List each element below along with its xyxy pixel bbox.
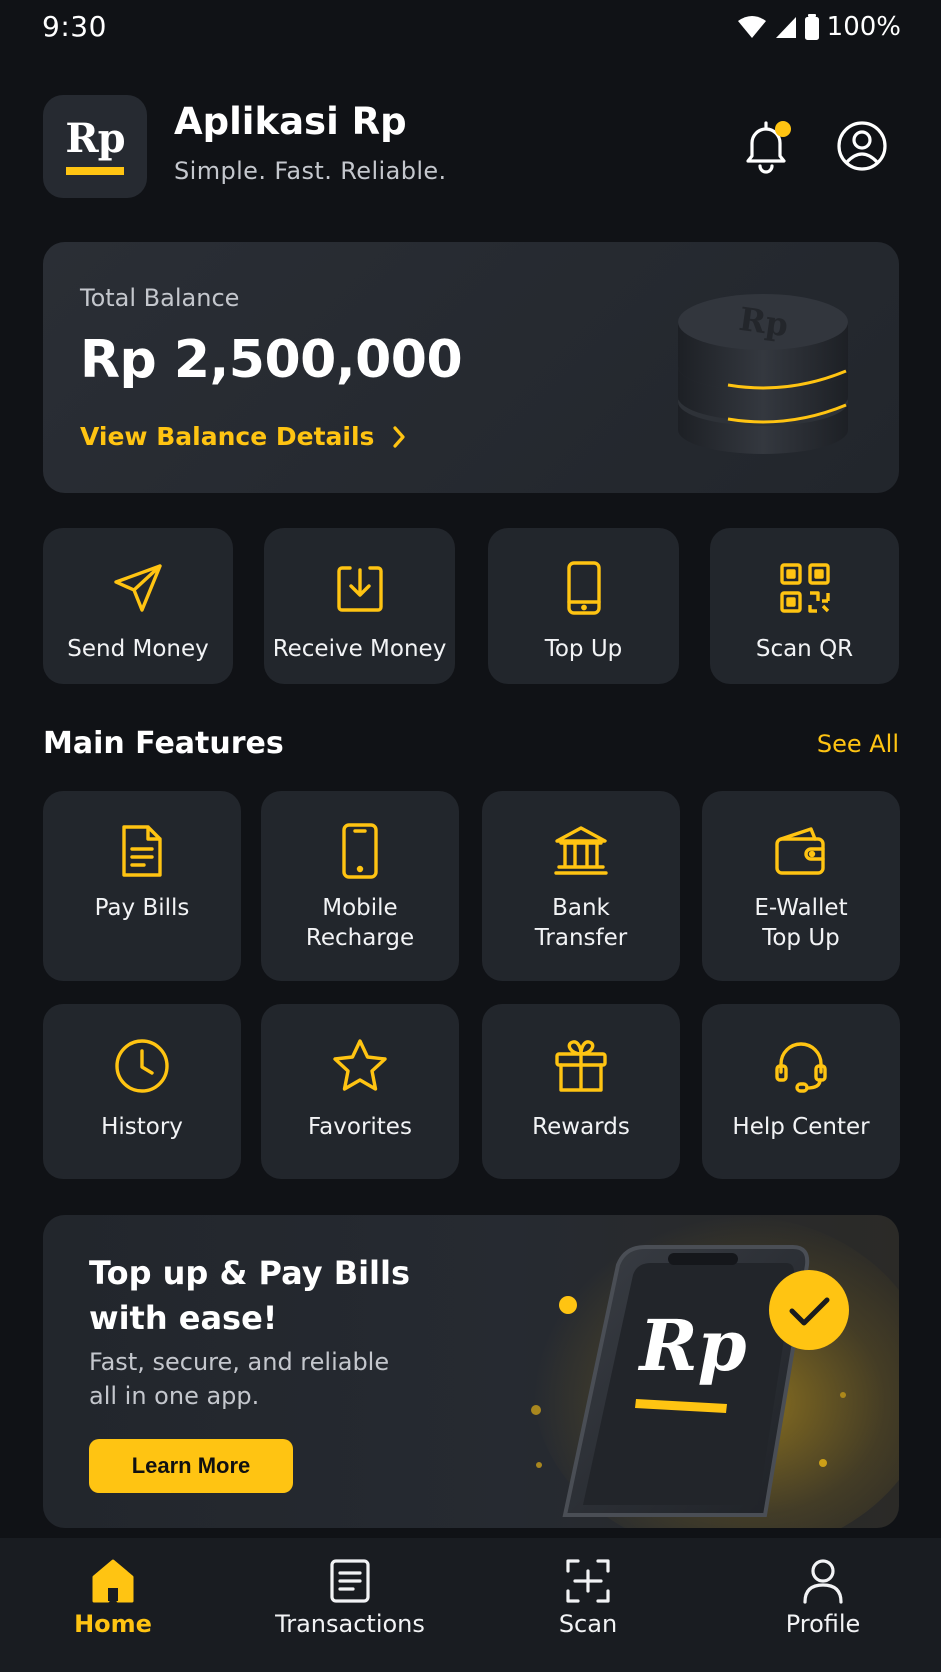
status-time: 9:30 (42, 10, 107, 43)
favorites-tile[interactable]: Favorites (261, 1004, 459, 1179)
mobile-recharge-tile[interactable]: Mobile Recharge (261, 791, 459, 981)
scan-qr-button[interactable]: Scan QR (710, 528, 899, 684)
profile-icon (803, 1559, 843, 1604)
battery-percent: 100% (826, 12, 901, 42)
receive-icon (336, 566, 383, 612)
top-up-button[interactable]: Top Up (488, 528, 679, 684)
nav-home-label: Home (74, 1610, 152, 1638)
nav-home[interactable]: Home (53, 1556, 173, 1638)
bill-icon (122, 825, 162, 877)
bank-transfer-label: Bank Transfer (534, 895, 628, 951)
top-up-label: Top Up (544, 636, 623, 662)
send-money-label: Send Money (67, 636, 209, 662)
bank-icon (554, 826, 608, 875)
promo-subtitle: Fast, secure, and reliable all in one ap… (89, 1348, 390, 1410)
promo-phone-illustration: Rp (531, 1215, 899, 1528)
rewards-tile[interactable]: Rewards (482, 1004, 680, 1179)
phone-icon (566, 561, 601, 615)
send-money-button[interactable]: Send Money (43, 528, 233, 684)
gift-icon (555, 1040, 607, 1092)
send-icon (114, 564, 162, 612)
headset-icon (775, 1042, 827, 1093)
help-center-label: Help Center (732, 1114, 870, 1140)
pay-bills-label: Pay Bills (94, 895, 190, 921)
learn-more-button[interactable]: Learn More (89, 1439, 293, 1493)
nav-transactions[interactable]: Transactions (270, 1556, 430, 1638)
chevron-right-icon (393, 425, 406, 448)
app-subtitle: Simple. Fast. Reliable. (174, 157, 447, 185)
wallet-icon (775, 827, 825, 875)
coin-logo-text: Rp (737, 300, 791, 344)
clock-icon (115, 1039, 169, 1093)
mobile-recharge-label: Mobile Recharge (305, 895, 415, 951)
nav-profile-label: Profile (785, 1610, 861, 1638)
scan-qr-label: Scan QR (755, 636, 854, 662)
view-balance-details-link[interactable]: View Balance Details (80, 422, 406, 451)
view-balance-details-label: View Balance Details (80, 422, 375, 451)
notification-badge (775, 121, 791, 137)
status-icons: 100% (737, 12, 901, 42)
star-icon (333, 1039, 387, 1091)
bank-transfer-tile[interactable]: Bank Transfer (482, 791, 680, 981)
promo-phone-logo: Rp (637, 1304, 746, 1387)
promo-title: Top up & Pay Bills with ease! (89, 1254, 411, 1337)
e-wallet-top-up-label: E-Wallet Top Up (754, 895, 848, 951)
transactions-icon (330, 1559, 370, 1603)
rewards-label: Rewards (532, 1114, 630, 1140)
home-icon (92, 1559, 134, 1603)
app-logo: Rp (43, 95, 147, 198)
logo-underline (66, 166, 124, 175)
receive-money-button[interactable]: Receive Money (264, 528, 455, 684)
qr-code-icon (779, 563, 830, 613)
app-title: Aplikasi Rp (174, 100, 407, 143)
history-label: History (101, 1114, 183, 1140)
coin-stack-illustration: Rp (678, 294, 848, 454)
see-all-link[interactable]: See All (817, 730, 899, 758)
nav-scan-label: Scan (558, 1610, 618, 1638)
nav-scan[interactable]: Scan (528, 1556, 648, 1638)
bottom-navigation: Home Transactions Scan Profile (0, 1538, 941, 1672)
balance-amount: Rp 2,500,000 (80, 330, 463, 390)
account-icon[interactable] (836, 120, 888, 172)
logo-text: Rp (65, 114, 125, 162)
wifi-icon (737, 16, 766, 38)
signal-icon (775, 17, 796, 38)
history-tile[interactable]: History (43, 1004, 241, 1179)
help-center-tile[interactable]: Help Center (702, 1004, 900, 1179)
pay-bills-tile[interactable]: Pay Bills (43, 791, 241, 981)
favorites-label: Favorites (308, 1114, 412, 1140)
balance-label: Total Balance (80, 284, 240, 312)
nav-profile[interactable]: Profile (763, 1556, 883, 1638)
scan-icon (566, 1559, 610, 1603)
promo-banner: Rp Top up & Pay Bills with ease! Fast, s… (43, 1215, 899, 1528)
balance-card: Total Balance Rp 2,500,000 View Balance … (43, 242, 899, 493)
main-features-title: Main Features (43, 726, 284, 761)
mobile-icon (342, 823, 378, 879)
nav-transactions-label: Transactions (275, 1610, 425, 1638)
receive-money-label: Receive Money (272, 636, 447, 662)
e-wallet-top-up-tile[interactable]: E-Wallet Top Up (702, 791, 900, 981)
battery-icon (804, 14, 819, 40)
